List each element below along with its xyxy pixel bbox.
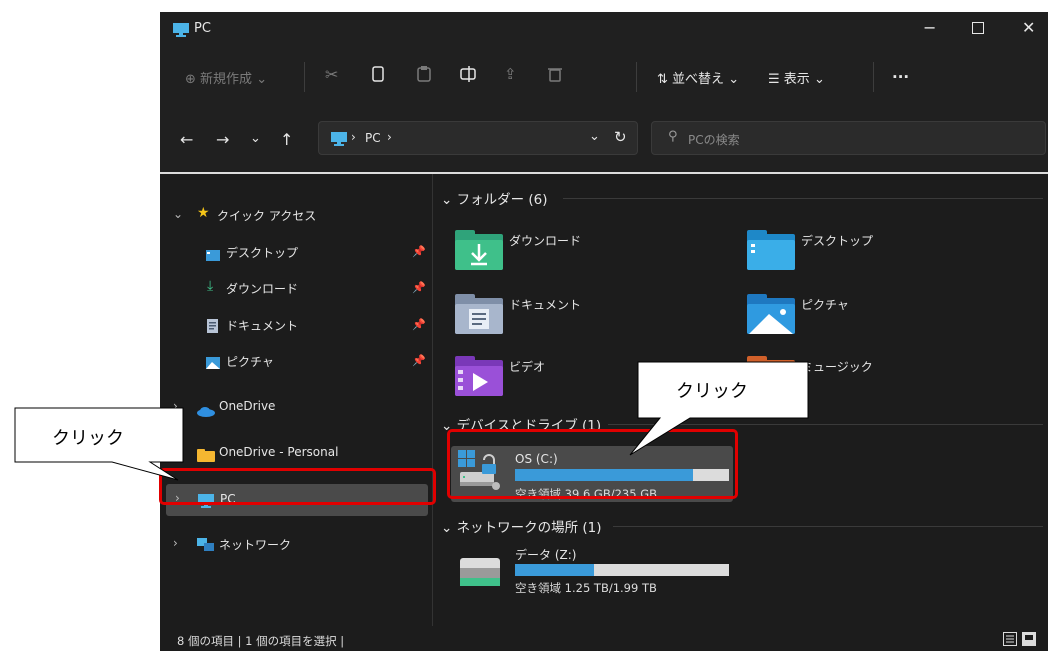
callout-right-bubble bbox=[629, 361, 809, 456]
